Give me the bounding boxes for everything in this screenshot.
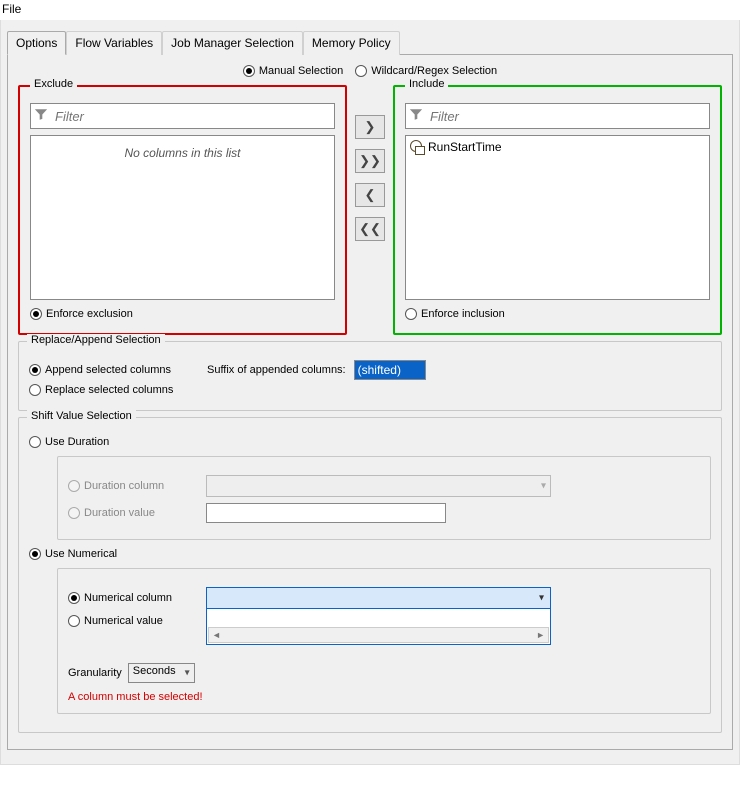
tab-job-manager[interactable]: Job Manager Selection — [162, 31, 303, 55]
include-filter-input[interactable] — [405, 103, 710, 129]
move-left-button[interactable]: ❮ — [355, 183, 385, 207]
radio-dot-icon — [29, 364, 41, 376]
radio-label: Append selected columns — [45, 364, 171, 376]
radio-duration-column: Duration column — [68, 480, 198, 492]
radio-use-numerical[interactable]: Use Numerical — [29, 548, 117, 560]
radio-wildcard-selection[interactable]: Wildcard/Regex Selection — [355, 65, 497, 77]
tab-options[interactable]: Options — [7, 31, 66, 55]
numerical-column-dropdown-list[interactable]: ◄ ► — [206, 609, 551, 645]
tab-flow-variables[interactable]: Flow Variables — [66, 31, 162, 55]
radio-dot-icon — [68, 592, 80, 604]
radio-dot-icon — [355, 65, 367, 77]
include-box: Include RunStartTime Enfor — [393, 85, 722, 335]
dropdown-scrollbar[interactable]: ◄ ► — [208, 627, 549, 643]
radio-duration-value: Duration value — [68, 507, 198, 519]
error-message: A column must be selected! — [68, 691, 700, 703]
radio-replace-columns[interactable]: Replace selected columns — [29, 384, 173, 396]
duration-column-combo — [206, 475, 551, 497]
radio-label: Use Duration — [45, 436, 109, 448]
shift-value-group: Shift Value Selection Use Duration Durat… — [18, 417, 722, 733]
exclude-list[interactable]: No columns in this list — [30, 135, 335, 300]
radio-label: Duration column — [84, 480, 164, 492]
radio-label: Wildcard/Regex Selection — [371, 65, 497, 77]
duration-subgroup: Duration column Duration value — [57, 456, 711, 540]
transfer-buttons: ❯ ❯❯ ❮ ❮❮ — [355, 85, 385, 335]
granularity-combo[interactable]: Seconds — [128, 663, 195, 683]
radio-dot-icon — [30, 308, 42, 320]
radio-label: Manual Selection — [259, 65, 343, 77]
include-legend: Include — [405, 78, 448, 90]
double-chevron-right-icon: ❯❯ — [359, 153, 381, 169]
radio-numerical-value[interactable]: Numerical value — [68, 615, 198, 627]
filter-icon — [34, 108, 48, 125]
tab-bar: Options Flow Variables Job Manager Selec… — [7, 31, 739, 55]
radio-label: Enforce inclusion — [421, 308, 505, 320]
radio-label: Enforce exclusion — [46, 308, 133, 320]
move-all-left-button[interactable]: ❮❮ — [355, 217, 385, 241]
radio-label: Duration value — [84, 507, 155, 519]
double-chevron-left-icon: ❮❮ — [359, 221, 381, 237]
filter-icon — [409, 108, 423, 125]
radio-dot-icon — [29, 548, 41, 560]
radio-dot-icon — [68, 480, 80, 492]
scroll-left-icon[interactable]: ◄ — [209, 630, 224, 640]
granularity-value: Seconds — [133, 665, 176, 677]
exclude-empty-message: No columns in this list — [35, 140, 330, 160]
radio-dot-icon — [243, 65, 255, 77]
suffix-input[interactable] — [354, 360, 426, 380]
radio-numerical-column[interactable]: Numerical column — [68, 592, 198, 604]
radio-use-duration[interactable]: Use Duration — [29, 436, 109, 448]
numerical-subgroup: Numerical column ◄ ► — [57, 568, 711, 714]
numerical-column-combo[interactable] — [206, 587, 551, 609]
shift-value-legend: Shift Value Selection — [27, 410, 136, 422]
radio-enforce-inclusion[interactable]: Enforce inclusion — [405, 308, 505, 320]
exclude-legend: Exclude — [30, 78, 77, 90]
duration-value-input — [206, 503, 446, 523]
radio-dot-icon — [29, 384, 41, 396]
list-item[interactable]: RunStartTime — [410, 140, 705, 154]
menu-file[interactable]: File — [2, 2, 21, 16]
radio-label: Replace selected columns — [45, 384, 173, 396]
radio-append-columns[interactable]: Append selected columns — [29, 364, 199, 376]
granularity-label: Granularity — [68, 667, 122, 679]
chevron-right-icon: ❯ — [365, 119, 376, 135]
radio-label: Use Numerical — [45, 548, 117, 560]
radio-label: Numerical column — [84, 592, 172, 604]
radio-dot-icon — [68, 615, 80, 627]
radio-manual-selection[interactable]: Manual Selection — [243, 65, 343, 77]
radio-dot-icon — [405, 308, 417, 320]
replace-append-group: Replace/Append Selection Append selected… — [18, 341, 722, 411]
chevron-left-icon: ❮ — [365, 187, 376, 203]
move-right-button[interactable]: ❯ — [355, 115, 385, 139]
numerical-column-dropdown[interactable]: ◄ ► — [206, 587, 566, 609]
scroll-right-icon[interactable]: ► — [533, 630, 548, 640]
tab-page-options: Manual Selection Wildcard/Regex Selectio… — [7, 54, 733, 750]
radio-label: Numerical value — [84, 615, 163, 627]
exclude-box: Exclude No columns in this list Enforce … — [18, 85, 347, 335]
suffix-label: Suffix of appended columns: — [207, 364, 346, 376]
list-item-label: RunStartTime — [428, 140, 502, 154]
include-list[interactable]: RunStartTime — [405, 135, 710, 300]
move-all-right-button[interactable]: ❯❯ — [355, 149, 385, 173]
datetime-column-icon — [410, 140, 424, 154]
replace-append-legend: Replace/Append Selection — [27, 334, 165, 346]
radio-dot-icon — [29, 436, 41, 448]
tab-memory-policy[interactable]: Memory Policy — [303, 31, 400, 55]
radio-dot-icon — [68, 507, 80, 519]
radio-enforce-exclusion[interactable]: Enforce exclusion — [30, 308, 133, 320]
exclude-filter-input[interactable] — [30, 103, 335, 129]
